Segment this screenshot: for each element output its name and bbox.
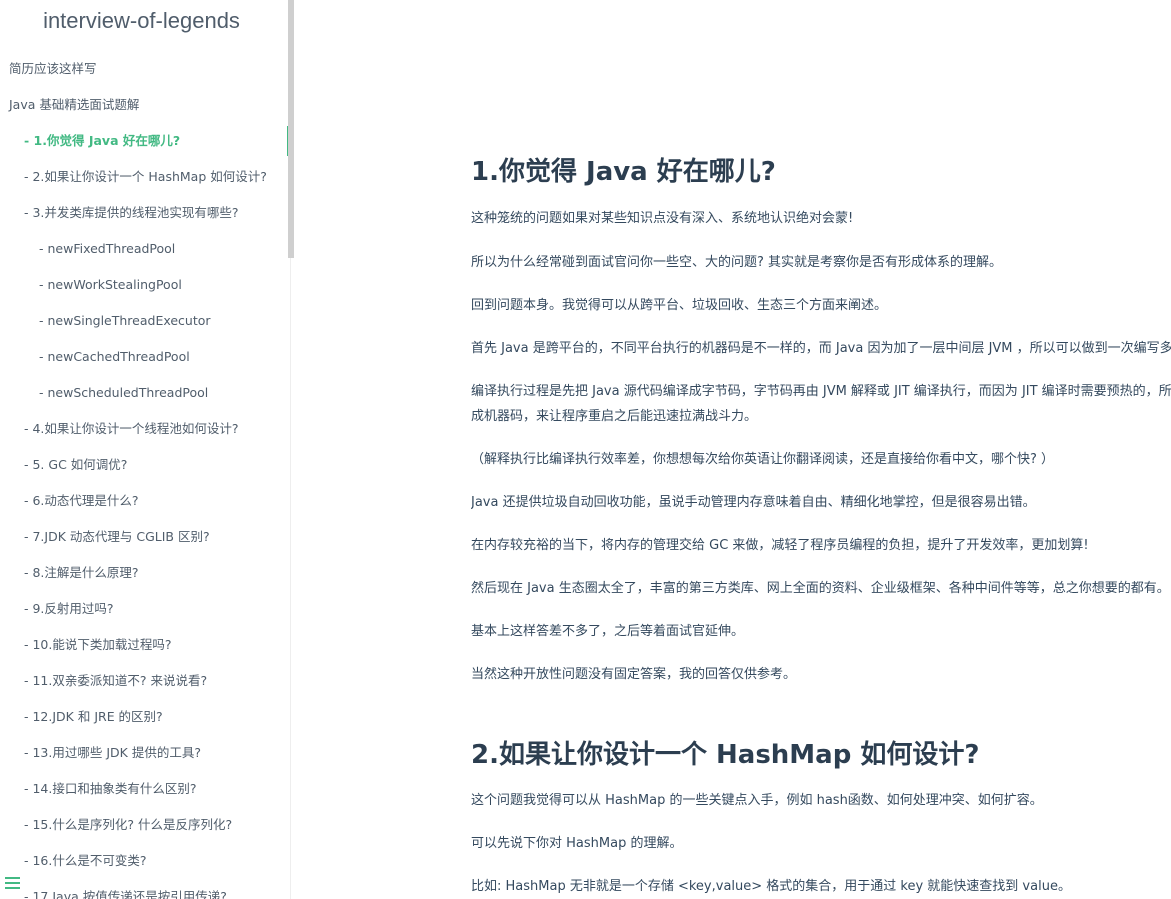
sidebar-item[interactable]: - 8.注解是什么原理? [0,555,290,591]
sidebar-item[interactable]: - 11.双亲委派知道不? 来说说看? [0,663,290,699]
sidebar-item[interactable]: - 1.你觉得 Java 好在哪儿? [0,123,290,159]
paragraph: 基本上这样答差不多了，之后等着面试官延伸。 [471,624,745,639]
paragraph: 在内存较充裕的当下，将内存的管理交给 GC 来做，减轻了程序员编程的负担，提升了… [471,538,1089,553]
sidebar-item[interactable]: - 9.反射用过吗? [0,591,290,627]
paragraph: 回到问题本身。我觉得可以从跨平台、垃圾回收、生态三个方面来阐述。 [471,298,888,313]
paragraph: （解释执行比编译执行效率差，你想想每次给你英语让你翻译阅读，还是直接给你看中文，… [471,452,1055,467]
sidebar-item[interactable]: - 13.用过哪些 JDK 提供的工具? [0,735,290,771]
sidebar-item[interactable]: - 16.什么是不可变类? [0,843,290,879]
sidebar-item[interactable]: - newWorkStealingPool [0,267,290,303]
paragraph: 所以为什么经常碰到面试官问你一些空、大的问题? 其实就是考察你是否有形成体系的理… [471,255,1003,270]
sidebar-item[interactable]: - newCachedThreadPool [0,339,290,375]
sidebar-item[interactable]: - 15.什么是序列化? 什么是反序列化? [0,807,290,843]
app-name[interactable]: interview-of-legends [0,8,283,34]
paragraph: 然后现在 Java 生态圈太全了，丰富的第三方类库、网上全面的资料、企业级框架、… [471,581,1170,596]
main-content: 1.你觉得 Java 好在哪儿? 这种笼统的问题如果对某些知识点没有深入、系统地… [471,0,1171,899]
paragraph: 首先 Java 是跨平台的，不同平台执行的机器码是不一样的，而 Java 因为加… [471,341,1171,356]
sidebar-item[interactable]: - 3.并发类库提供的线程池实现有哪些? [0,195,290,231]
sidebar: interview-of-legends 简历应该这样写 Java 基础精选面试题… [0,0,291,899]
sidebar-item[interactable]: - 6.动态代理是什么? [0,483,290,519]
paragraph: Java 还提供垃圾自动回收功能，虽说手动管理内存意味着自由、精细化地掌控，但是… [471,495,1036,510]
sidebar-nav: 简历应该这样写 Java 基础精选面试题解 - 1.你觉得 Java 好在哪儿? - … [0,51,290,899]
section-title-hashmap-design: 2.如果让你设计一个 HashMap 如何设计? [471,740,980,770]
sidebar-item[interactable]: Java 基础精选面试题解 [0,87,290,123]
sidebar-item[interactable]: - 5. GC 如何调优? [0,447,290,483]
paragraph: 可以先说下你对 HashMap 的理解。 [471,836,683,851]
sidebar-item[interactable]: - newScheduledThreadPool [0,375,290,411]
sidebar-item[interactable]: - newSingleThreadExecutor [0,303,290,339]
sidebar-item[interactable]: - 2.如果让你设计一个 HashMap 如何设计? [0,159,290,195]
sidebar-item[interactable]: - 10.能说下类加载过程吗? [0,627,290,663]
sidebar-item[interactable]: - 14.接口和抽象类有什么区别? [0,771,290,807]
sidebar-item[interactable]: - 12.JDK 和 JRE 的区别? [0,699,290,735]
sidebar-item[interactable]: 简历应该这样写 [0,51,290,87]
sidebar-item[interactable]: - 17.Java 按值传递还是按引用传递? [0,879,290,899]
paragraph: 比如: HashMap 无非就是一个存储 <key,value> 格式的集合，用… [471,879,1071,894]
paragraph: 这种笼统的问题如果对某些知识点没有深入、系统地认识绝对会蒙! [471,211,854,226]
paragraph: 成机器码，来让程序重启之后能迅速拉满战斗力。 [471,409,758,424]
sidebar-item[interactable]: - 7.JDK 动态代理与 CGLIB 区别? [0,519,290,555]
menu-toggle-icon[interactable] [5,877,21,891]
sidebar-scrollbar[interactable] [288,0,294,258]
paragraph: 当然这种开放性问题没有固定答案，我的回答仅供参考。 [471,667,797,682]
paragraph: 这个问题我觉得可以从 HashMap 的一些关键点入手，例如 hash函数、如何… [471,793,1043,808]
paragraph: 编译执行过程是先把 Java 源代码编译成字节码，字节码再由 JVM 解释或 J… [471,384,1171,399]
section-title-java-advantages: 1.你觉得 Java 好在哪儿? [471,157,776,187]
sidebar-item[interactable]: - newFixedThreadPool [0,231,290,267]
sidebar-item[interactable]: - 4.如果让你设计一个线程池如何设计? [0,411,290,447]
